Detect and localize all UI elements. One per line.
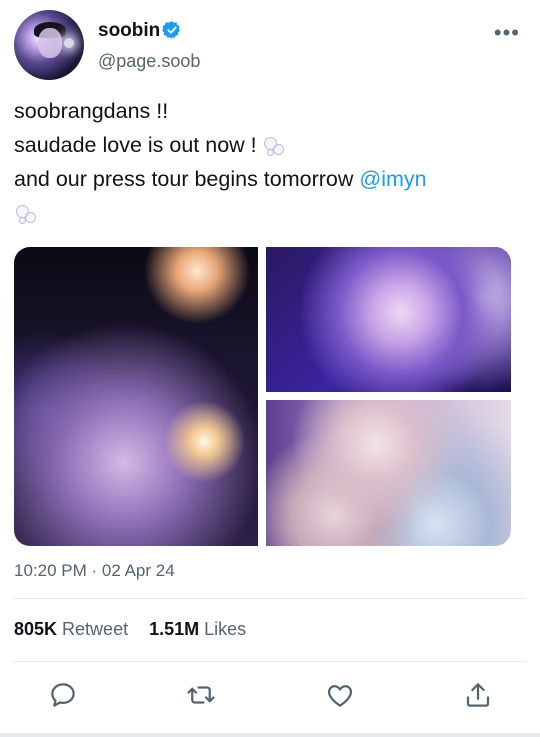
like-icon[interactable]	[325, 680, 355, 710]
like-stat[interactable]: 1.51M Likes	[149, 619, 246, 639]
share-icon[interactable]	[463, 680, 493, 710]
retweet-stat[interactable]: 805K Retweet	[14, 619, 128, 639]
more-icon[interactable]: •••	[494, 22, 520, 44]
media-image-3[interactable]	[266, 400, 511, 546]
media-image-1[interactable]	[14, 247, 258, 546]
user-handle[interactable]: @page.soob	[98, 51, 200, 72]
tweet-line-1: soobrangdans !!	[14, 99, 169, 123]
media-image-2[interactable]	[266, 247, 511, 392]
tweet-line-2: saudade love is out now !	[14, 128, 526, 162]
tweet-timestamp[interactable]: 10:20 PM · 02 Apr 24	[14, 561, 175, 581]
like-count: 1.51M	[149, 619, 200, 639]
like-label: Likes	[204, 619, 247, 639]
tweet-line-3: and our press tour begins tomorrow @imyn	[14, 162, 526, 196]
tweet-text: soobrangdans !! saudade love is out now …	[14, 94, 526, 230]
retweet-count: 805K	[14, 619, 58, 639]
bubbles-emoji-icon	[14, 203, 38, 225]
media-grid	[14, 247, 511, 546]
divider	[14, 661, 526, 662]
bubbles-emoji-icon	[261, 135, 285, 157]
tweet-stats: 805K Retweet 1.51M Likes	[14, 619, 262, 640]
tweet-line-3-text: and our press tour begins tomorrow	[14, 167, 354, 191]
tweet-header: soobin @page.soob •••	[14, 10, 526, 84]
tweet-actions	[0, 680, 540, 710]
mention-link[interactable]: @imyn	[359, 167, 426, 191]
bottom-border	[0, 733, 540, 737]
verified-icon	[162, 21, 180, 39]
tweet-line-4	[14, 196, 526, 230]
tweet-line-2-text: saudade love is out now !	[14, 133, 257, 157]
retweet-icon[interactable]	[186, 680, 216, 710]
user-name[interactable]: soobin	[98, 20, 160, 42]
retweet-label: Retweet	[62, 619, 129, 639]
avatar[interactable]	[14, 10, 84, 80]
divider	[14, 598, 526, 599]
reply-icon[interactable]	[48, 680, 78, 710]
